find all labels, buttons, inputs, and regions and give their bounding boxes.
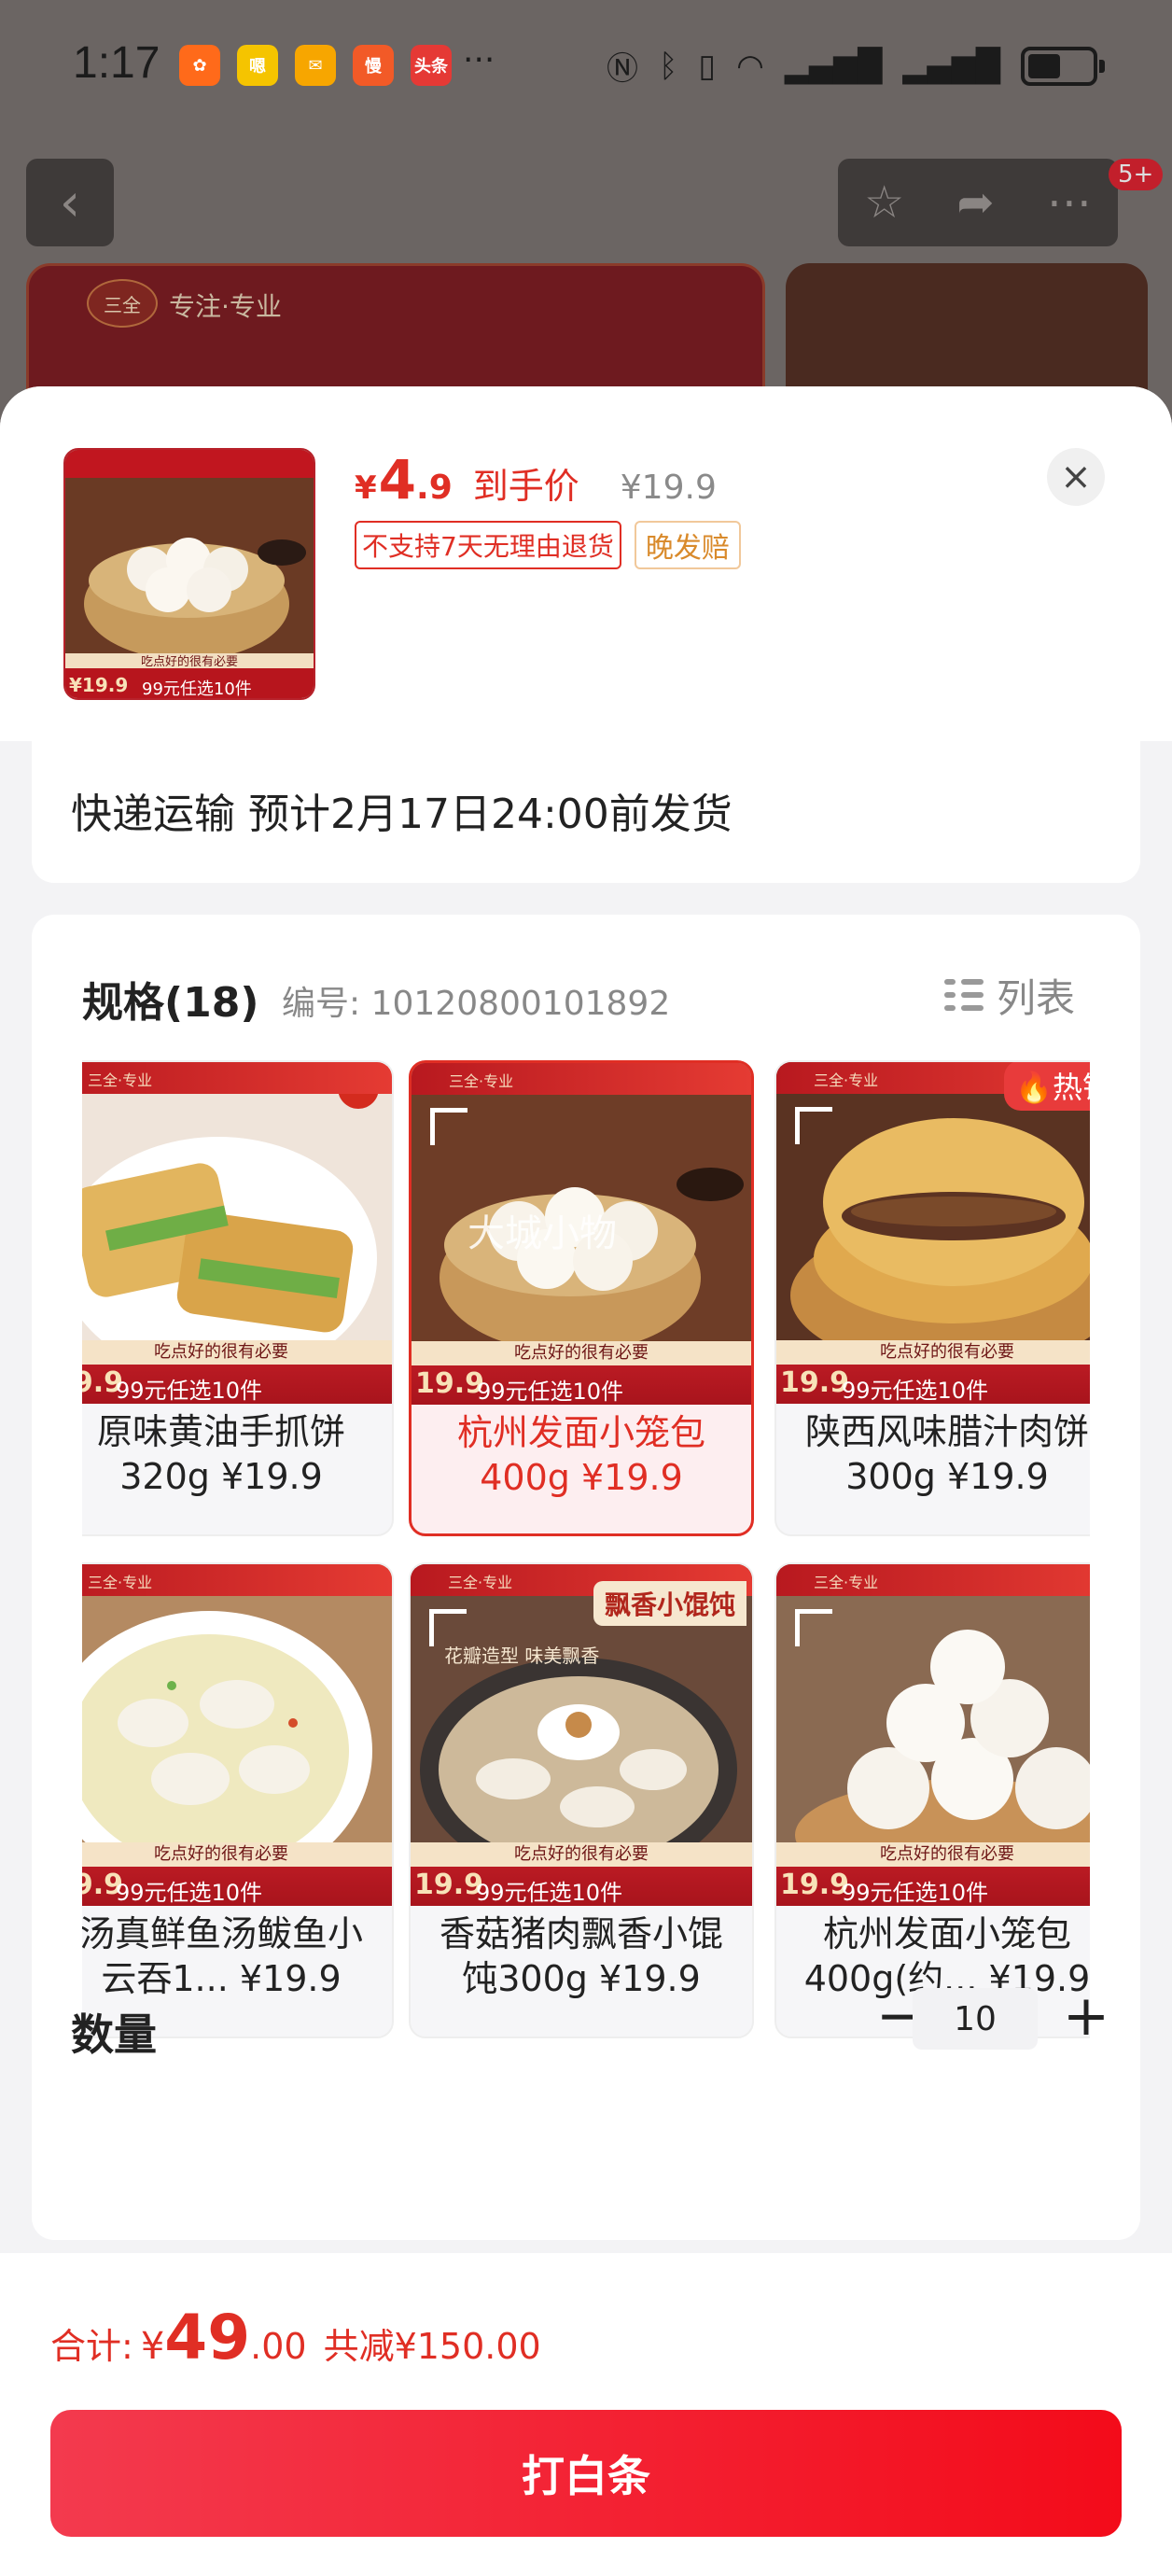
notification-badge: 5+ <box>1109 159 1164 190</box>
total-integer: 49 <box>164 2302 251 2373</box>
pay-with-baitiao-button[interactable]: 打白条 <box>50 2410 1122 2537</box>
price-row: ¥ 4 .9 到手价 ¥19.9 <box>355 448 717 511</box>
spec-option-name: 原味黄油手抓饼 320g ¥19.9 <box>96 1411 345 1497</box>
spec-option[interactable]: 三全·专业 吃点好的很有必要 19.9 99元任选10件 原味黄油手抓饼 320… <box>82 1060 394 1536</box>
watermark: 大城小物 <box>467 1212 617 1255</box>
signal-2-icon: ▂▄▆█ <box>902 47 1000 85</box>
spec-option-name: 香菇猪肉飘香小馄 饨300g ¥19.9 <box>439 1913 723 1999</box>
list-view-toggle[interactable]: 列表 <box>944 967 1075 1024</box>
spec-option-selected[interactable]: 三全·专业 大城小物 吃点好的很有必要 19.9 99元任选10件 杭州发面小笼… <box>409 1060 754 1536</box>
status-bar: 1:17 ✿ 嗯 ✉ 慢头条 ··· Ⓝ ᛒ ▯ ◠ ▂▄▆█ ▂▄▆█ <box>0 0 1172 131</box>
spec-option-image: 三全·专业 吃点好的很有必要 19.9 99元任选10件 <box>82 1564 392 1906</box>
sheet-header: 吃点好的很有必要 ¥19.9 99元任选10件 ¥ 4 .9 到手价 ¥19.9… <box>0 386 1172 741</box>
thumb-banner-top: 吃点好的很有必要 <box>140 655 238 669</box>
spec-title: 规格(18) <box>82 979 259 1027</box>
no-return-tag: 不支持7天无理由退货 <box>355 521 621 569</box>
spec-option-image: 三全·专业 飘香小馄饨 花瓣造型 味美飘香 吃点好的很有必要 19.9 99元任… <box>411 1564 752 1906</box>
back-button[interactable]: ‹ <box>26 159 114 246</box>
close-button[interactable]: × <box>1047 448 1105 506</box>
hot-sale-badge: 🔥热销 <box>1004 1062 1090 1111</box>
service-tags: 不支持7天无理由退货 晚发赔 <box>355 521 741 569</box>
quantity-label: 数量 <box>71 2009 157 2060</box>
app-icon-slow: 慢 <box>353 45 394 86</box>
spec-option-name: 汤真鲜鱼汤鲅鱼小 云吞1... ¥19.9 <box>82 1913 363 1999</box>
list-view-label: 列表 <box>997 975 1076 1021</box>
status-app-icons: ✿ 嗯 ✉ 慢头条 <box>179 45 452 86</box>
wonton-subtitle: 花瓣造型 味美飘香 <box>444 1645 600 1667</box>
original-price: ¥19.9 <box>620 469 717 507</box>
battery-icon <box>1021 46 1105 86</box>
spec-option[interactable]: 三全·专业 吃点好的很有必要 19.9 99元任选10件 杭州发面小笼包 400… <box>774 1562 1090 2038</box>
quantity-input[interactable] <box>913 1988 1038 2050</box>
app-icon-toutiao: 头条 <box>411 45 452 86</box>
spec-option-image: 三全·专业 吃点好的很有必要 19.9 99元任选10件 <box>776 1564 1090 1906</box>
flame-icon: 🔥 <box>1015 1070 1053 1105</box>
app-icon-flower: ✿ <box>179 45 220 86</box>
spec-option-image: 三全·专业 大城小物 吃点好的很有必要 19.9 99元任选10件 <box>412 1063 751 1405</box>
spec-option-name: 杭州发面小笼包 400g ¥19.9 <box>456 1412 705 1498</box>
spec-card: 规格(18) 编号: 10120800101892 列表 三全·专业 吃点好的很… <box>32 915 1140 2240</box>
spec-option-image: 三全·专业 吃点好的很有必要 19.9 99元任选10件 <box>82 1062 392 1404</box>
total-label: 合计: <box>50 2326 133 2367</box>
product-code: 编号: 10120800101892 <box>282 985 671 1023</box>
product-thumbnail[interactable]: 吃点好的很有必要 ¥19.9 99元任选10件 <box>63 448 315 700</box>
brand-logo: 三全 <box>87 279 158 328</box>
close-icon: × <box>1060 455 1092 498</box>
price-label: 到手价 <box>472 466 579 507</box>
price-decimal: .9 <box>416 469 453 507</box>
sku-selection-sheet: 吃点好的很有必要 ¥19.9 99元任选10件 ¥ 4 .9 到手价 ¥19.9… <box>0 386 1172 2576</box>
list-icon <box>944 977 984 1015</box>
spec-option[interactable]: 三全·专业 吃点好的很有必要 19.9 99元任选10件 汤真鲜鱼汤鲅鱼小 云吞… <box>82 1562 394 2038</box>
bluetooth-icon: ᛒ <box>659 47 678 85</box>
system-status-icons: Ⓝ ᛒ ▯ ◠ ▂▄▆█ ▂▄▆█ <box>607 43 1105 89</box>
spec-option[interactable]: 三全·专业 飘香小馄饨 花瓣造型 味美飘香 吃点好的很有必要 19.9 99元任… <box>409 1562 754 2038</box>
checkout-footer: 合计: ¥ 49 .00 共减¥150.00 打白条 <box>0 2253 1172 2576</box>
zoom-corner-icon <box>430 1108 467 1145</box>
brand-tagline: 专注·专业 <box>169 291 282 322</box>
spec-option[interactable]: 三全·专业 吃点好的很有必要 19.9 99元任选10件 🔥热销 陕西风味腊汁肉… <box>774 1060 1090 1536</box>
zoom-corner-icon <box>795 1107 832 1144</box>
header-actions: ☆ ➦ ⋯ <box>838 159 1118 246</box>
spec-option-name: 陕西风味腊汁肉饼 300g ¥19.9 <box>804 1411 1089 1497</box>
price-integer: 4 <box>378 448 417 511</box>
quantity-increase-button[interactable]: + <box>1058 1983 1114 2049</box>
more-notifications-icon: ··· <box>463 41 495 79</box>
spec-grid: 三全·专业 吃点好的很有必要 19.9 99元任选10件 原味黄油手抓饼 320… <box>82 1060 1090 2040</box>
zoom-corner-icon <box>795 1609 832 1646</box>
thumb-banner-offer: 99元任选10件 <box>142 679 252 699</box>
shipping-card: 快递运输 预计2月17日24:00前发货 <box>32 741 1140 883</box>
total-currency: ¥ <box>140 2325 165 2368</box>
total-saving: 共减¥150.00 <box>323 2326 541 2367</box>
total-decimal: .00 <box>250 2326 307 2367</box>
price-currency: ¥ <box>355 469 377 507</box>
late-ship-compensation-tag[interactable]: 晚发赔 <box>634 521 741 569</box>
wonton-tag: 飘香小馄饨 <box>593 1581 746 1626</box>
thumb-banner-price: ¥19.9 <box>69 674 129 696</box>
total-price: 合计: ¥ 49 .00 共减¥150.00 <box>50 2302 541 2373</box>
shipping-info: 快递运输 预计2月17日24:00前发货 <box>71 791 732 838</box>
spec-option-image: 三全·专业 吃点好的很有必要 19.9 99元任选10件 <box>776 1062 1090 1404</box>
chevron-left-icon: ‹ <box>59 172 81 233</box>
app-icon-cartoon: 嗯 <box>237 45 278 86</box>
favorite-star-icon[interactable]: ☆ <box>864 176 904 229</box>
wifi-icon: ◠ <box>736 47 764 85</box>
app-icon-mail: ✉ <box>295 45 336 86</box>
vibrate-icon: ▯ <box>698 47 717 85</box>
nfc-icon: Ⓝ <box>607 50 639 88</box>
more-menu-icon[interactable]: ⋯ <box>1047 176 1092 229</box>
signal-1-icon: ▂▄▆█ <box>784 47 883 85</box>
share-icon[interactable]: ➦ <box>956 176 994 229</box>
status-time: 1:17 <box>73 38 160 88</box>
